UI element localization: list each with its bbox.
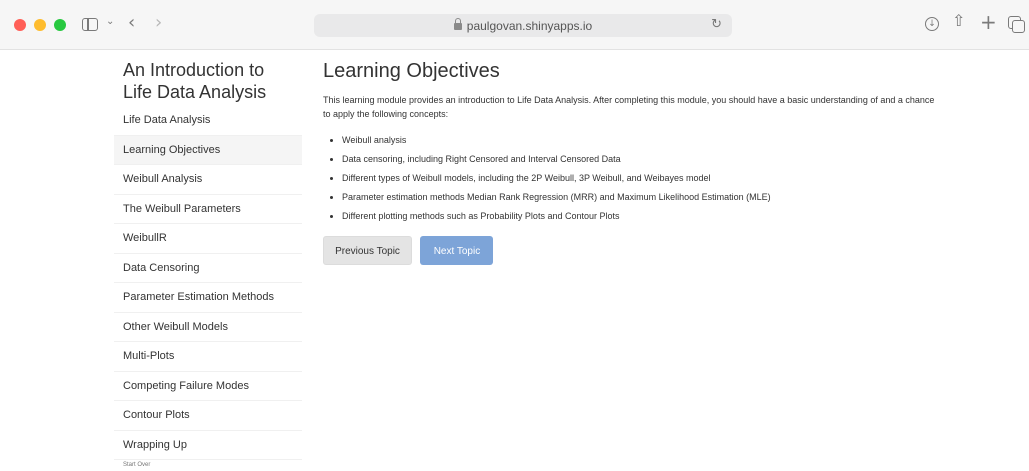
- close-window-button[interactable]: [14, 19, 26, 31]
- list-item: Weibull analysis: [330, 131, 943, 150]
- list-item: Different types of Weibull models, inclu…: [330, 169, 943, 188]
- topic-list: Life Data Analysis Learning Objectives Wei…: [114, 106, 302, 460]
- intro-text: This learning module provides an introdu…: [323, 95, 935, 119]
- sidebar-item[interactable]: Data Censoring: [114, 254, 302, 283]
- module-title: An Introduction to Life Data Analysis: [123, 60, 267, 102]
- lock-icon: [453, 18, 462, 30]
- forward-arrow-icon[interactable]: ›: [155, 14, 162, 32]
- main-content: Learning Objectives This learning module…: [323, 60, 943, 265]
- url-text: paulgovan.shinyapps.io: [466, 19, 593, 33]
- sidebar-item[interactable]: Contour Plots: [114, 401, 302, 431]
- topic-buttons: Previous Topic Next Topic: [323, 236, 943, 265]
- sidebar-item[interactable]: Life Data Analysis: [114, 106, 302, 136]
- list-item: Parameter estimation methods Median Rank…: [330, 188, 943, 207]
- browser-toolbar: ⌄ ‹ › paulgovan.shinyapps.io ↻ ↓ ⇧ +: [0, 0, 1029, 50]
- reload-icon[interactable]: ↻: [711, 17, 722, 32]
- next-topic-button[interactable]: Next Topic: [420, 236, 494, 265]
- sidebar-item[interactable]: Weibull Analysis: [114, 165, 302, 195]
- previous-topic-button[interactable]: Previous Topic: [323, 236, 412, 265]
- back-arrow-icon[interactable]: ‹: [128, 14, 135, 32]
- zoom-window-button[interactable]: [54, 19, 66, 31]
- sidebar-item[interactable]: The Weibull Parameters: [114, 195, 302, 224]
- objectives-list: Weibull analysis Data censoring, includin…: [330, 131, 943, 226]
- tabs-overview-icon[interactable]: [1008, 16, 1025, 33]
- sidebar-item[interactable]: Learning Objectives: [114, 135, 302, 165]
- list-item: Different plotting methods such as Proba…: [330, 207, 943, 226]
- sidebar-item[interactable]: Other Weibull Models: [114, 313, 302, 342]
- address-bar[interactable]: paulgovan.shinyapps.io ↻: [314, 14, 732, 37]
- chevron-down-icon[interactable]: ⌄: [106, 17, 114, 27]
- plus-icon[interactable]: +: [980, 12, 997, 32]
- page-title: Learning Objectives: [323, 60, 500, 82]
- download-icon[interactable]: ↓: [925, 17, 939, 31]
- list-item: Data censoring, including Right Censored…: [330, 150, 943, 169]
- sidebar-item[interactable]: Parameter Estimation Methods: [114, 283, 302, 313]
- sidebar-item[interactable]: Competing Failure Modes: [114, 372, 302, 401]
- minimize-window-button[interactable]: [34, 19, 46, 31]
- sidebar-item[interactable]: Multi-Plots: [114, 342, 302, 372]
- address-text-wrap: paulgovan.shinyapps.io: [314, 18, 732, 33]
- sidebar-item[interactable]: Wrapping Up: [114, 431, 302, 460]
- share-icon[interactable]: ⇧: [952, 13, 965, 29]
- sidebar-item[interactable]: WeibullR: [114, 224, 302, 254]
- sidebar-icon[interactable]: [82, 18, 98, 31]
- topic-navigation: An Introduction to Life Data Analysis Li…: [114, 56, 302, 460]
- start-over-link[interactable]: Start Over: [123, 462, 150, 468]
